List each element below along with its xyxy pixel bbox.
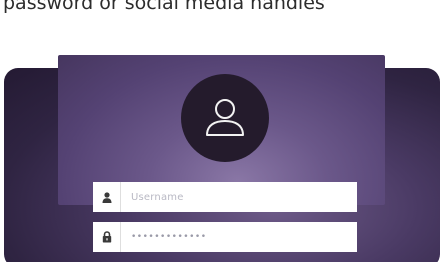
password-value: ••••••••••••• (131, 232, 207, 242)
password-field[interactable]: ••••••••••••• (93, 222, 357, 252)
page: password or social media handles Usernam… (0, 0, 441, 262)
caption-text: password or social media handles (3, 0, 325, 14)
user-outline-icon (206, 99, 244, 136)
lock-icon (93, 222, 121, 252)
user-icon (93, 182, 121, 212)
username-field[interactable]: Username (93, 182, 357, 212)
username-placeholder: Username (131, 191, 184, 203)
avatar (181, 74, 269, 162)
